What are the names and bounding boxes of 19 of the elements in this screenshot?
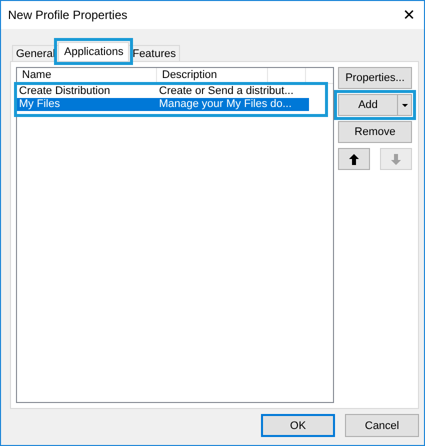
button[interactable]: Remove [338,121,412,143]
button[interactable]: Properties... [338,67,412,89]
list-cell-text: Create Distribution [18,85,112,98]
list-row[interactable]: Create Distribution Create or Send a distribut... [17,85,325,98]
move-up-button[interactable] [338,148,370,170]
list-cell-text: Create or Send a distribut... [158,85,294,98]
list-row[interactable]: My Files Manage your My Files do... [17,98,309,111]
column-header[interactable]: Description [157,68,268,83]
tab[interactable]: General [12,45,60,61]
arrow-icon [391,154,401,164]
button[interactable]: OK [261,414,335,437]
list-cell-text: My Files [18,98,61,111]
list-cell-text: Manage your My Files do... [158,98,292,111]
arrow-icon [349,154,359,164]
window-title: New Profile Properties [8,8,128,22]
button[interactable]: Cancel [345,414,419,437]
caret-icon [402,104,408,106]
column-header[interactable]: Name [17,68,157,83]
tab[interactable]: Features [128,45,180,61]
